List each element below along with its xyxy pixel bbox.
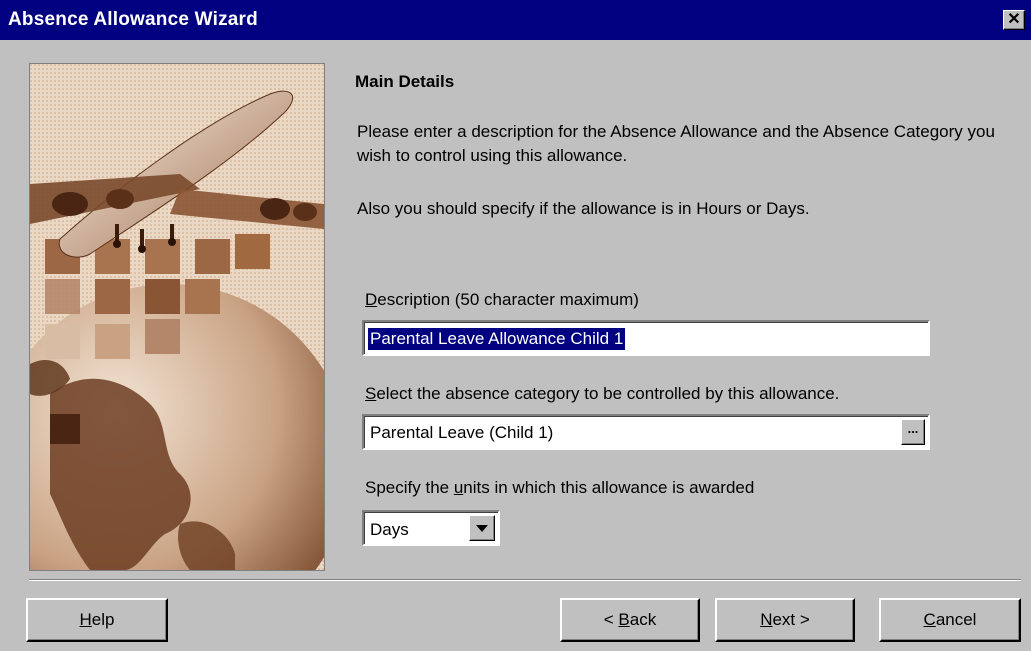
close-icon: ✕: [1007, 11, 1021, 28]
category-field[interactable]: Parental Leave (Child 1) ...: [362, 414, 930, 450]
next-button[interactable]: Next >: [715, 598, 855, 642]
close-button[interactable]: ✕: [1003, 10, 1025, 30]
browse-category-button[interactable]: ...: [901, 419, 925, 445]
units-label: Specify the units in which this allowanc…: [365, 478, 755, 497]
intro-text: Please enter a description for the Absen…: [357, 122, 995, 165]
category-value: Parental Leave (Child 1): [370, 423, 554, 442]
ellipsis-icon: ...: [907, 421, 919, 436]
help-button[interactable]: Help: [26, 598, 168, 642]
airplane-globe-illustration: [30, 64, 324, 570]
cancel-button[interactable]: Cancel: [879, 598, 1021, 642]
category-label: Select the absence category to be contro…: [365, 384, 840, 403]
section-heading: Main Details: [355, 72, 455, 91]
units-hint-text: Also you should specify if the allowance…: [357, 199, 810, 218]
footer-separator: [29, 579, 1021, 581]
wizard-illustration: [29, 63, 325, 571]
chevron-down-icon: [476, 525, 488, 532]
window-title: Absence Allowance Wizard: [8, 9, 258, 30]
description-input[interactable]: Parental Leave Allowance Child 1: [362, 320, 930, 356]
units-selected-value: Days: [370, 520, 409, 539]
description-value: Parental Leave Allowance Child 1: [368, 328, 626, 350]
units-dropdown-button[interactable]: [469, 515, 495, 541]
description-label: Description (50 character maximum): [365, 290, 639, 309]
units-select[interactable]: Days: [362, 510, 500, 546]
back-button[interactable]: < Back: [560, 598, 700, 642]
title-bar: Absence Allowance Wizard ✕: [0, 0, 1031, 40]
